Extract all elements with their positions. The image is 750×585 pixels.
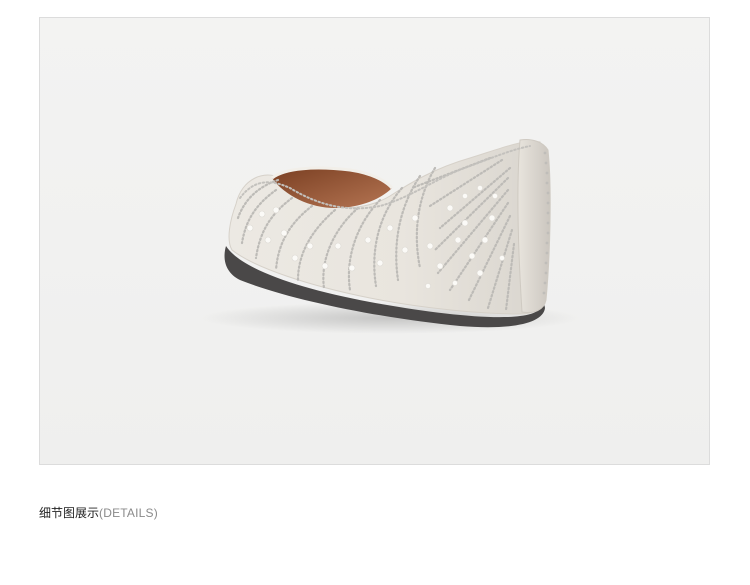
caption-subtitle: (DETAILS) — [99, 506, 158, 520]
details-caption: 细节图展示(DETAILS) — [39, 503, 158, 521]
shoe-image — [40, 18, 709, 464]
product-image-frame — [39, 17, 710, 465]
product-detail-page: 细节图展示(DETAILS) — [0, 0, 750, 585]
caption-title: 细节图展示 — [39, 506, 100, 520]
shoe-heel-counter — [517, 139, 551, 313]
